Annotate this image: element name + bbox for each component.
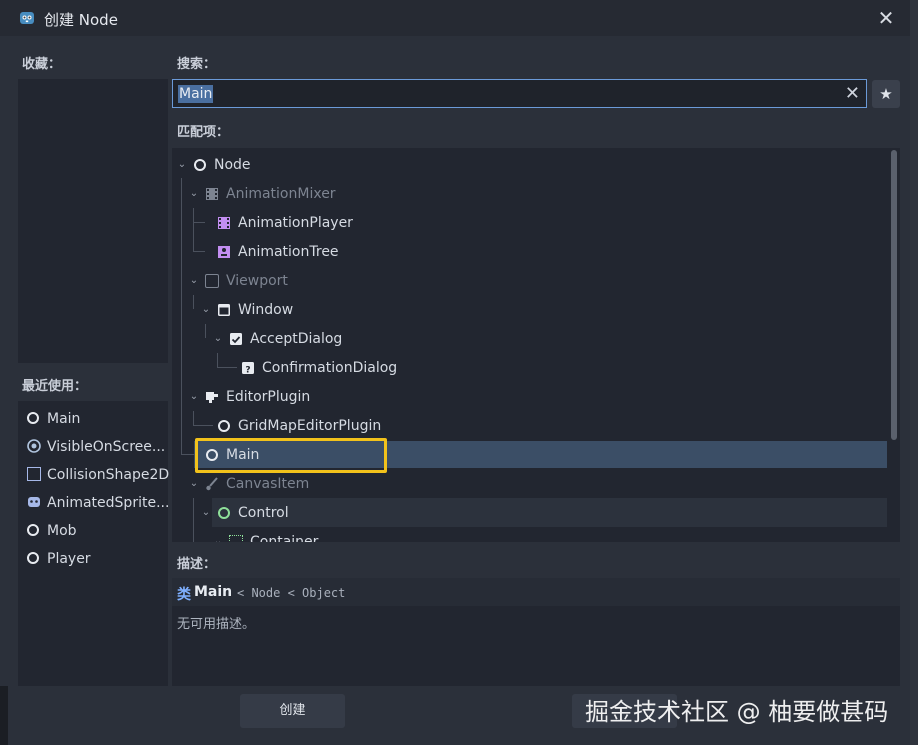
class-name: Main [194,584,233,600]
node-icon [218,420,230,432]
close-button[interactable]: ✕ [872,6,900,30]
recent-label: 最近使用： [22,379,88,394]
class-prefix: 类 [177,587,191,603]
tree-item-confirmationdialog[interactable]: ? ConfirmationDialog [172,355,887,381]
tree-item-animationplayer[interactable]: AnimationPlayer [172,210,887,236]
highlight-annotation [195,438,387,473]
tree-item-animationtree[interactable]: AnimationTree [172,239,887,265]
background-console-strip [0,686,8,745]
film-icon [206,188,218,200]
animation-tree-icon [218,246,230,258]
search-label: 搜索： [177,57,217,72]
tree-item-canvasitem[interactable]: ⌄ CanvasItem [172,471,887,497]
visible-on-screen-icon [27,439,41,453]
watermark-text: 掘金技术社区 @ 柚要做甚码 [585,698,889,726]
favorites-label: 收藏： [22,57,62,72]
description-text: 无可用描述。 [177,617,256,632]
class-inheritance: < Node < Object [237,586,346,600]
background-editor-strip [910,0,918,745]
tree-item-control[interactable]: ⌄ Control [172,500,887,526]
brush-icon [206,477,218,491]
tree-item-gridmapeditorplugin[interactable]: GridMapEditorPlugin [172,413,887,439]
create-button[interactable]: 创建 [240,694,345,728]
container-icon [229,535,243,542]
tree-scrollbar[interactable] [891,150,897,440]
control-icon [218,507,230,519]
animation-player-icon [218,217,230,229]
create-node-dialog: 创建 Node ✕ 收藏： 最近使用： Main VisibleOnScree.… [0,0,911,745]
tree-item-editorplugin[interactable]: ⌄ EditorPlugin [172,384,887,410]
collision-shape-icon [27,467,41,481]
tree-item-acceptdialog[interactable]: ⌄ AcceptDialog [172,326,887,352]
node-icon [27,412,39,424]
favorites-list[interactable] [18,79,168,363]
accept-dialog-icon [230,333,242,345]
recent-list[interactable]: Main VisibleOnScree... CollisionShape2D … [18,401,169,686]
tree-item-animationmixer[interactable]: ⌄ AnimationMixer [172,181,887,207]
node-icon [27,552,39,564]
clear-search-button[interactable]: ✕ [845,83,860,104]
favorite-button[interactable]: ★ [872,80,900,108]
window-title: 创建 Node [44,11,118,29]
tree-item-window[interactable]: ⌄ Window [172,297,887,323]
tree-item-viewport[interactable]: ⌄ Viewport [172,268,887,294]
confirmation-dialog-icon: ? [242,362,254,376]
chevron-down-icon: ⌄ [189,478,199,489]
tree-item-container[interactable]: ⌄ Container [172,529,887,542]
description-panel: 类 Main < Node < Object 无可用描述。 [172,578,900,686]
chevron-down-icon: ⌄ [201,304,211,315]
chevron-down-icon: ⌄ [189,391,199,402]
title-bar: 创建 Node ✕ [0,0,910,36]
animated-sprite-icon [28,497,40,507]
matches-tree[interactable]: ⌄ Node ⌄ AnimationMixer AnimationPlayer … [172,148,900,542]
godot-logo-icon [20,12,34,24]
plugin-icon [206,392,218,403]
star-icon: ★ [879,85,893,103]
search-input-value[interactable]: Main [178,85,214,103]
description-label: 描述： [177,557,217,572]
search-input[interactable]: Main ✕ [172,79,867,108]
chevron-down-icon: ⌄ [177,159,187,170]
chevron-down-icon: ⌄ [189,188,199,199]
description-header: 类 Main < Node < Object [172,578,900,606]
chevron-down-icon: ⌄ [213,333,223,344]
viewport-icon [205,274,219,288]
node-icon [27,524,39,536]
chevron-down-icon: ⌄ [189,275,199,286]
tree-item-node[interactable]: ⌄ Node [172,152,887,178]
window-icon [218,304,230,316]
chevron-down-icon: ⌄ [201,507,211,518]
node-icon [194,159,206,171]
svg-text:?: ? [245,366,250,376]
chevron-down-icon: ⌄ [213,536,223,542]
matches-label: 匹配项： [177,125,230,140]
